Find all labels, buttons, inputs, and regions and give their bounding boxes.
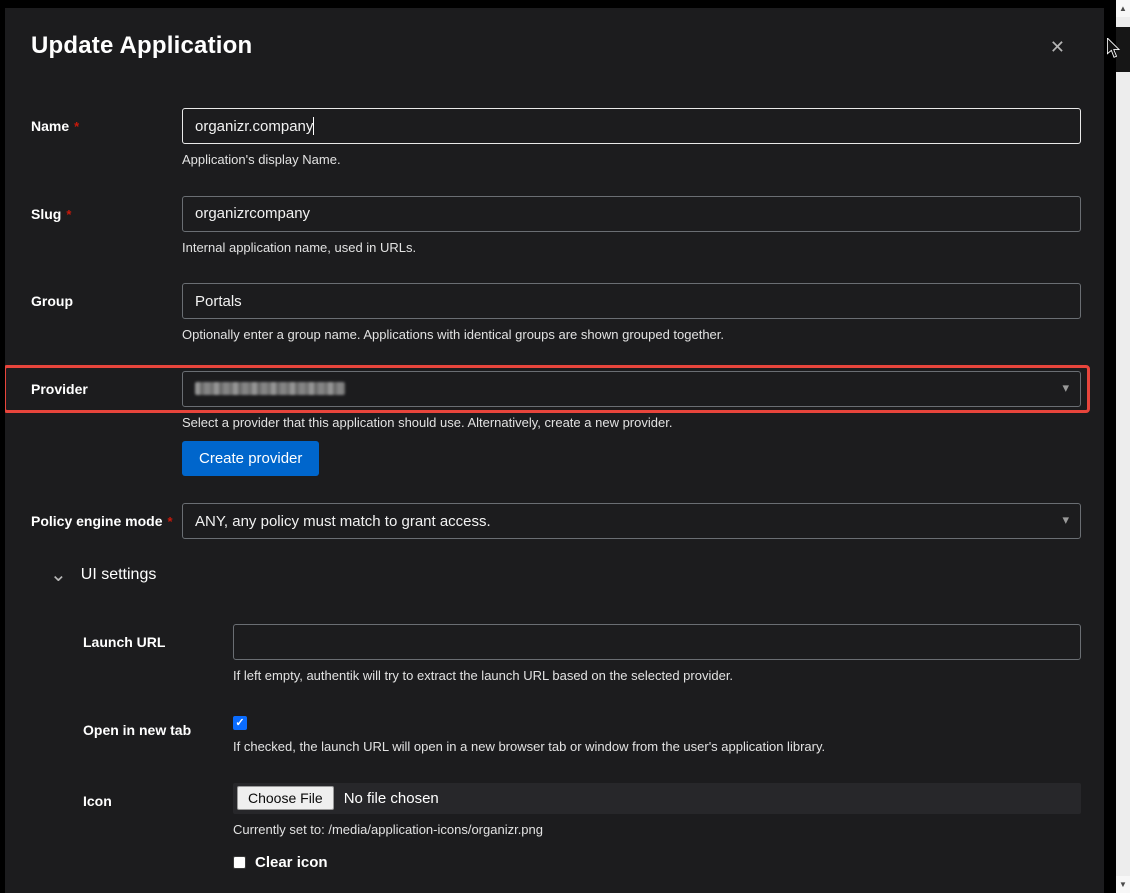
group-label-text: Group xyxy=(31,293,73,309)
open-in-new-tab-checkbox[interactable]: ✓ xyxy=(233,716,247,730)
launch-url-help: If left empty, authentik will try to ext… xyxy=(233,667,1081,685)
chevron-down-icon: ▾ xyxy=(1062,380,1069,396)
name-label: Name * xyxy=(31,108,182,169)
icon-label: Icon xyxy=(83,783,233,872)
slug-label-text: Slug xyxy=(31,206,61,222)
icon-label-text: Icon xyxy=(83,793,112,809)
scroll-down-button[interactable]: ▼ xyxy=(1116,876,1130,893)
provider-select[interactable]: ▾ xyxy=(182,371,1081,407)
name-field-row: Name * Application's display Name. xyxy=(31,108,1081,169)
choose-file-button[interactable]: Choose File xyxy=(237,786,334,810)
ui-settings-toggle[interactable]: ⌄ UI settings xyxy=(50,566,1081,584)
provider-label: Provider xyxy=(31,371,182,477)
close-button[interactable]: ✕ xyxy=(1048,36,1067,58)
launch-url-label-text: Launch URL xyxy=(83,634,165,650)
update-application-modal: Update Application ✕ Name * Application's… xyxy=(5,8,1104,893)
update-application-form: Name * Application's display Name. Slug * … xyxy=(31,108,1081,871)
chevron-down-icon: ▾ xyxy=(1062,512,1069,528)
launch-url-row: Launch URL If left empty, authentik will… xyxy=(83,624,1081,685)
scrollbar[interactable]: ▲ ▼ xyxy=(1116,0,1130,893)
clear-icon-label: Clear icon xyxy=(255,854,328,871)
create-provider-button[interactable]: Create provider xyxy=(182,441,319,476)
policy-engine-mode-value: ANY, any policy must match to grant acce… xyxy=(195,513,491,530)
icon-field-row: Icon Choose File No file chosen Currentl… xyxy=(83,783,1081,872)
provider-label-text: Provider xyxy=(31,381,88,397)
close-icon: ✕ xyxy=(1050,37,1065,57)
policy-engine-mode-label-text: Policy engine mode xyxy=(31,513,162,529)
name-help: Application's display Name. xyxy=(182,151,1081,169)
slug-help: Internal application name, used in URLs. xyxy=(182,239,1081,257)
clear-icon-checkbox[interactable] xyxy=(233,856,246,869)
group-input[interactable] xyxy=(182,283,1081,319)
scroll-up-icon: ▲ xyxy=(1119,4,1127,13)
group-label: Group xyxy=(31,283,182,344)
clear-icon-row: Clear icon xyxy=(233,854,1081,871)
ui-settings-section: Launch URL If left empty, authentik will… xyxy=(83,624,1081,871)
icon-help: Currently set to: /media/application-ico… xyxy=(233,821,1081,839)
scroll-up-button[interactable]: ▲ xyxy=(1116,0,1130,17)
name-input[interactable] xyxy=(182,108,1081,144)
open-in-new-tab-label-text: Open in new tab xyxy=(83,722,191,738)
slug-label: Slug * xyxy=(31,196,182,257)
required-asterisk: * xyxy=(167,514,172,529)
group-field-row: Group Optionally enter a group name. App… xyxy=(31,283,1081,344)
provider-help: Select a provider that this application … xyxy=(182,414,1081,432)
page-title: Update Application xyxy=(31,32,1081,60)
scroll-down-icon: ▼ xyxy=(1119,880,1127,889)
required-asterisk: * xyxy=(66,207,71,222)
chevron-down-icon: ⌄ xyxy=(50,569,67,581)
open-in-new-tab-help: If checked, the launch URL will open in … xyxy=(233,738,1081,756)
name-label-text: Name xyxy=(31,118,69,134)
slug-input[interactable] xyxy=(182,196,1081,232)
provider-field-row: Provider ▾ Select a provider that this a… xyxy=(31,371,1081,477)
required-asterisk: * xyxy=(74,119,79,134)
slug-field-row: Slug * Internal application name, used in… xyxy=(31,196,1081,257)
icon-file-input[interactable]: Choose File No file chosen xyxy=(233,783,1081,814)
text-caret xyxy=(313,117,314,135)
policy-engine-mode-row: Policy engine mode * ANY, any policy must… xyxy=(31,503,1081,539)
scrollbar-thumb[interactable] xyxy=(1116,27,1130,72)
ui-settings-label: UI settings xyxy=(81,566,157,584)
policy-engine-mode-label: Policy engine mode * xyxy=(31,503,182,539)
open-in-new-tab-label: Open in new tab xyxy=(83,712,233,756)
group-help: Optionally enter a group name. Applicati… xyxy=(182,326,1081,344)
open-in-new-tab-row: Open in new tab ✓ If checked, the launch… xyxy=(83,712,1081,756)
launch-url-label: Launch URL xyxy=(83,624,233,685)
redacted-provider-value xyxy=(195,382,345,395)
policy-engine-mode-select[interactable]: ANY, any policy must match to grant acce… xyxy=(182,503,1081,539)
check-icon: ✓ xyxy=(235,716,244,729)
file-status-text: No file chosen xyxy=(344,790,439,807)
launch-url-input[interactable] xyxy=(233,624,1081,660)
